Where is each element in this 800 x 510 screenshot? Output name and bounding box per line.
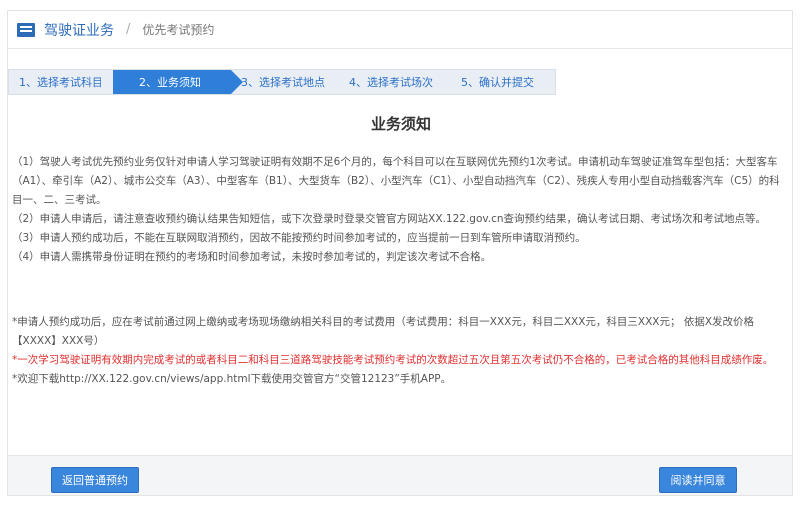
step-confirm-submit: 5、确认并提交 bbox=[451, 70, 555, 94]
book-icon bbox=[16, 22, 36, 38]
step-label: 2、业务须知 bbox=[139, 76, 201, 89]
app-download-note: *欢迎下载http://XX.122.gov.cn/views/app.html… bbox=[12, 373, 452, 385]
step-select-location: 3、选择考试地点 bbox=[231, 70, 339, 94]
back-to-normal-booking-button[interactable]: 返回普通预约 bbox=[51, 467, 139, 493]
warning-note: *一次学习驾驶证明有效期内完成考试的或者科目二和科目三道路驾驶技能考试预约考试的… bbox=[12, 354, 774, 366]
additional-notes: *申请人预约成功后，应在考试前通过网上缴纳或考场现场缴纳相关科目的考试费用（考试… bbox=[12, 313, 790, 389]
step-progress-bar: 1、选择考试科目 2、业务须知 3、选择考试地点 4、选择考试场次 5、确认并提… bbox=[8, 69, 556, 95]
main-panel: 驾驶证业务 / 优先考试预约 1、选择考试科目 2、业务须知 3、选择考试地点 … bbox=[7, 10, 793, 496]
step-label: 5、确认并提交 bbox=[461, 76, 534, 89]
notice-item: （2）申请人申请后，请注意查收预约确认结果告知短信，或下次登录时登录交管官方网站… bbox=[12, 213, 767, 225]
breadcrumb-separator: / bbox=[126, 22, 131, 37]
action-footer: 返回普通预约 阅读并同意 bbox=[8, 455, 792, 495]
fee-note: *申请人预约成功后，应在考试前通过网上缴纳或考场现场缴纳相关科目的考试费用（考试… bbox=[12, 316, 755, 347]
notice-item: （4）申请人需携带身份证明在预约的考场和时间参加考试，未按时参加考试的，判定该次… bbox=[12, 251, 492, 263]
step-label: 1、选择考试科目 bbox=[19, 76, 103, 89]
step-label: 3、选择考试地点 bbox=[241, 76, 325, 89]
step-select-session: 4、选择考试场次 bbox=[339, 70, 451, 94]
breadcrumb-section[interactable]: 驾驶证业务 bbox=[44, 20, 114, 40]
notice-item: （3）申请人预约成功后，不能在互联网取消预约，因故不能按预约时间参加考试的，应当… bbox=[12, 232, 586, 244]
read-and-agree-button[interactable]: 阅读并同意 bbox=[659, 467, 737, 493]
step-label: 4、选择考试场次 bbox=[349, 76, 433, 89]
step-business-notice: 2、业务须知 bbox=[113, 70, 243, 94]
step-select-subject: 1、选择考试科目 bbox=[9, 70, 113, 94]
notice-item: （1）驾驶人考试优先预约业务仅针对申请人学习驾驶证明有效期不足6个月的，每个科目… bbox=[12, 156, 780, 206]
breadcrumb-page: 优先考试预约 bbox=[142, 23, 215, 37]
breadcrumb: 驾驶证业务 / 优先考试预约 bbox=[8, 11, 792, 49]
notice-list: （1）驾驶人考试优先预约业务仅针对申请人学习驾驶证明有效期不足6个月的，每个科目… bbox=[12, 153, 790, 267]
page-title: 业务须知 bbox=[370, 115, 431, 133]
